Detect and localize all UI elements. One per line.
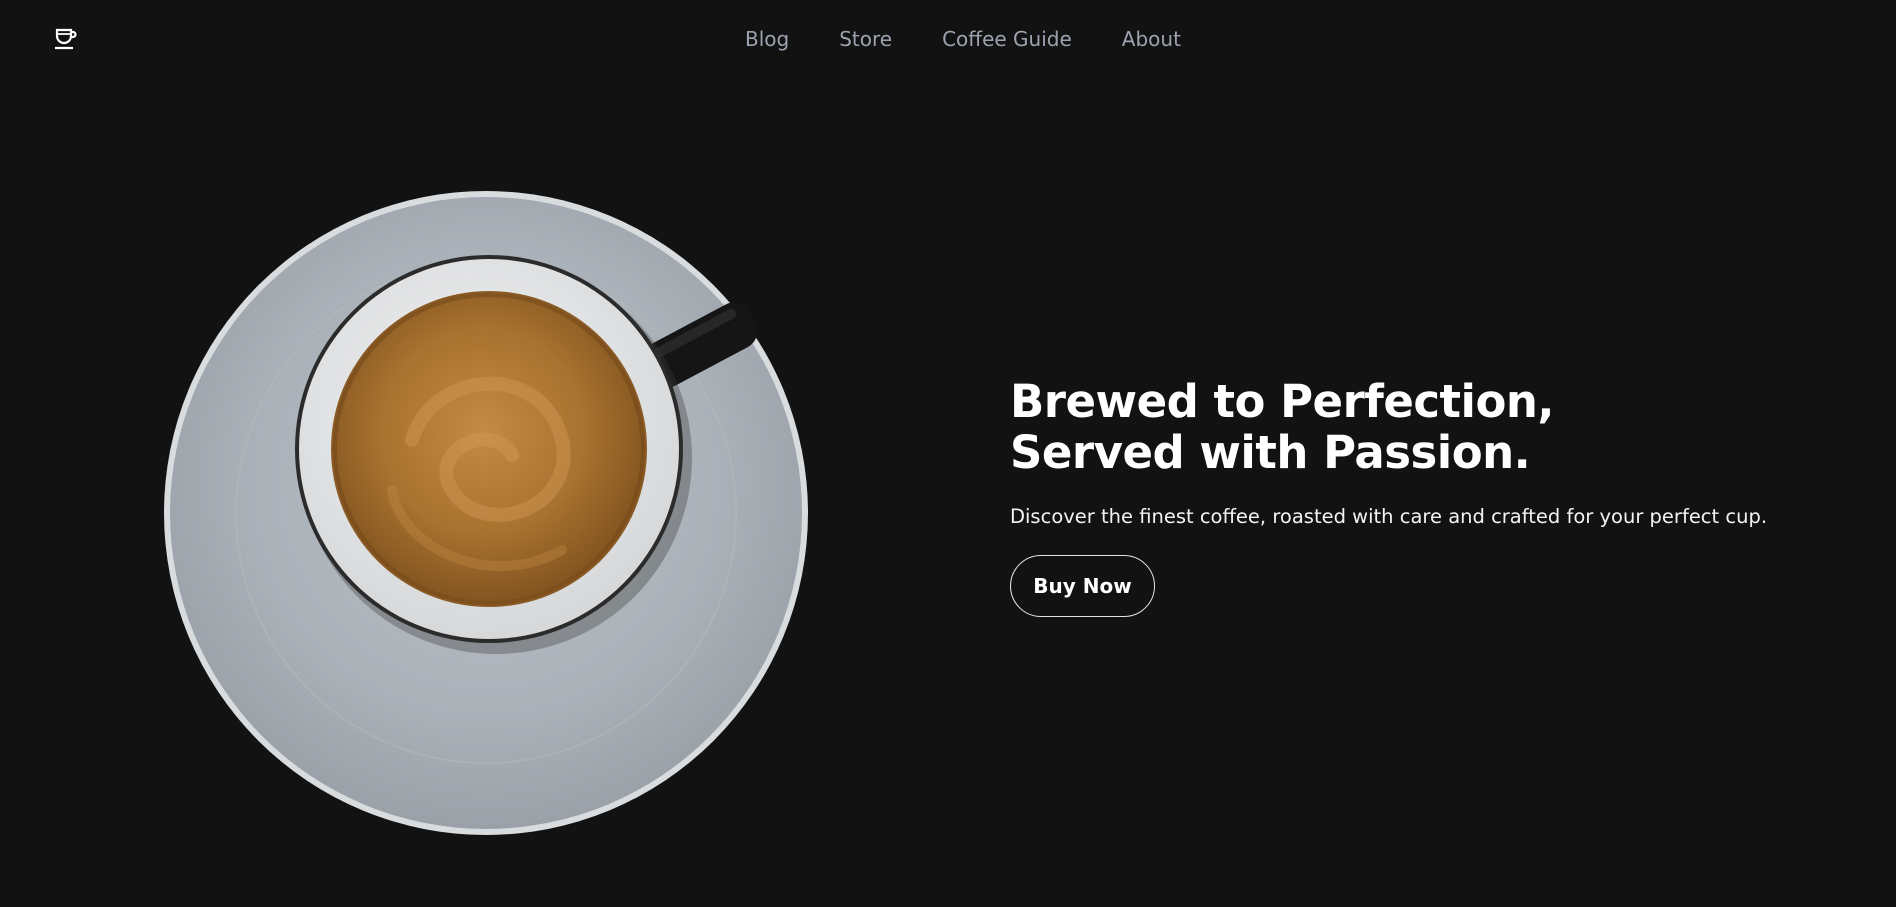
- nav-link-store[interactable]: Store: [839, 27, 892, 51]
- hero-headline-line1: Brewed to Perfection,: [1010, 375, 1555, 428]
- hero-subtext: Discover the finest coffee, roasted with…: [1010, 505, 1768, 528]
- hero-coffee-image: [162, 190, 810, 836]
- nav-link-blog[interactable]: Blog: [745, 27, 789, 51]
- coffee-cup-icon[interactable]: [52, 24, 80, 52]
- hero-headline: Brewed to Perfection, Served with Passio…: [1010, 376, 1870, 478]
- nav-link-coffee-guide[interactable]: Coffee Guide: [942, 27, 1072, 51]
- hero-headline-line2: Served with Passion.: [1010, 426, 1531, 479]
- hero-section: Brewed to Perfection, Served with Passio…: [1010, 376, 1870, 617]
- page: Blog Store Coffee Guide About Brewed to …: [0, 0, 1896, 907]
- buy-now-button[interactable]: Buy Now: [1010, 555, 1155, 617]
- nav-link-about[interactable]: About: [1122, 27, 1181, 51]
